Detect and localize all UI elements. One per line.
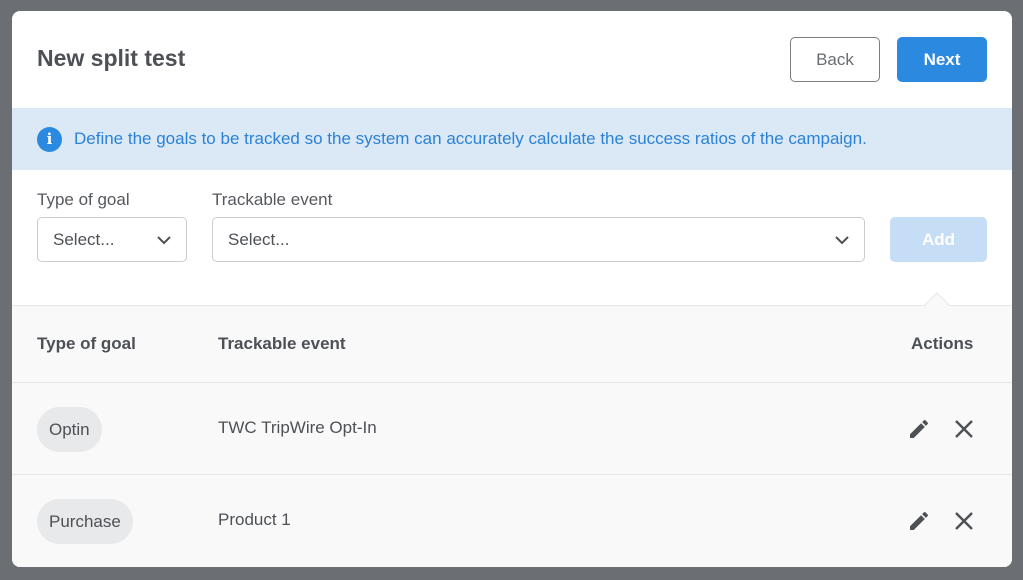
split-test-modal: New split test Back Next i Define the go…: [12, 11, 1012, 567]
trackable-event-select-value: Select...: [228, 229, 290, 249]
table-row: Purchase Product 1: [12, 474, 1012, 566]
chevron-down-icon: [157, 236, 171, 245]
trackable-event-label: Trackable event: [212, 190, 333, 209]
table-caret: [924, 292, 950, 318]
next-button[interactable]: Next: [897, 37, 987, 82]
close-icon[interactable]: [952, 417, 976, 441]
column-header-actions: Actions: [911, 334, 974, 353]
goal-type-select-value: Select...: [53, 229, 115, 249]
info-icon: i: [37, 126, 62, 152]
pencil-icon[interactable]: [907, 417, 931, 441]
back-button[interactable]: Back: [790, 37, 880, 82]
trackable-event-select[interactable]: Select...: [212, 217, 865, 262]
chevron-down-icon: [835, 236, 849, 245]
trackable-event-cell: Product 1: [218, 510, 291, 529]
close-icon[interactable]: [952, 509, 976, 533]
trackable-event-cell: TWC TripWire Opt-In: [218, 418, 377, 437]
modal-header: New split test Back Next: [12, 11, 1012, 108]
column-header-goal-type: Type of goal: [37, 334, 136, 353]
modal-title: New split test: [37, 45, 186, 71]
column-header-trackable-event: Trackable event: [218, 334, 346, 353]
goal-type-label: Type of goal: [37, 190, 130, 209]
info-banner: i Define the goals to be tracked so the …: [12, 108, 1012, 170]
table-row: Optin TWC TripWire Opt-In: [12, 382, 1012, 474]
info-text: Define the goals to be tracked so the sy…: [74, 129, 867, 148]
goal-type-pill: Purchase: [37, 499, 133, 544]
pencil-icon[interactable]: [907, 509, 931, 533]
goal-type-select[interactable]: Select...: [37, 217, 187, 262]
add-button[interactable]: Add: [890, 217, 987, 262]
goals-table: Type of goal Trackable event Actions Opt…: [12, 292, 1012, 567]
goal-type-pill: Optin: [37, 407, 102, 452]
